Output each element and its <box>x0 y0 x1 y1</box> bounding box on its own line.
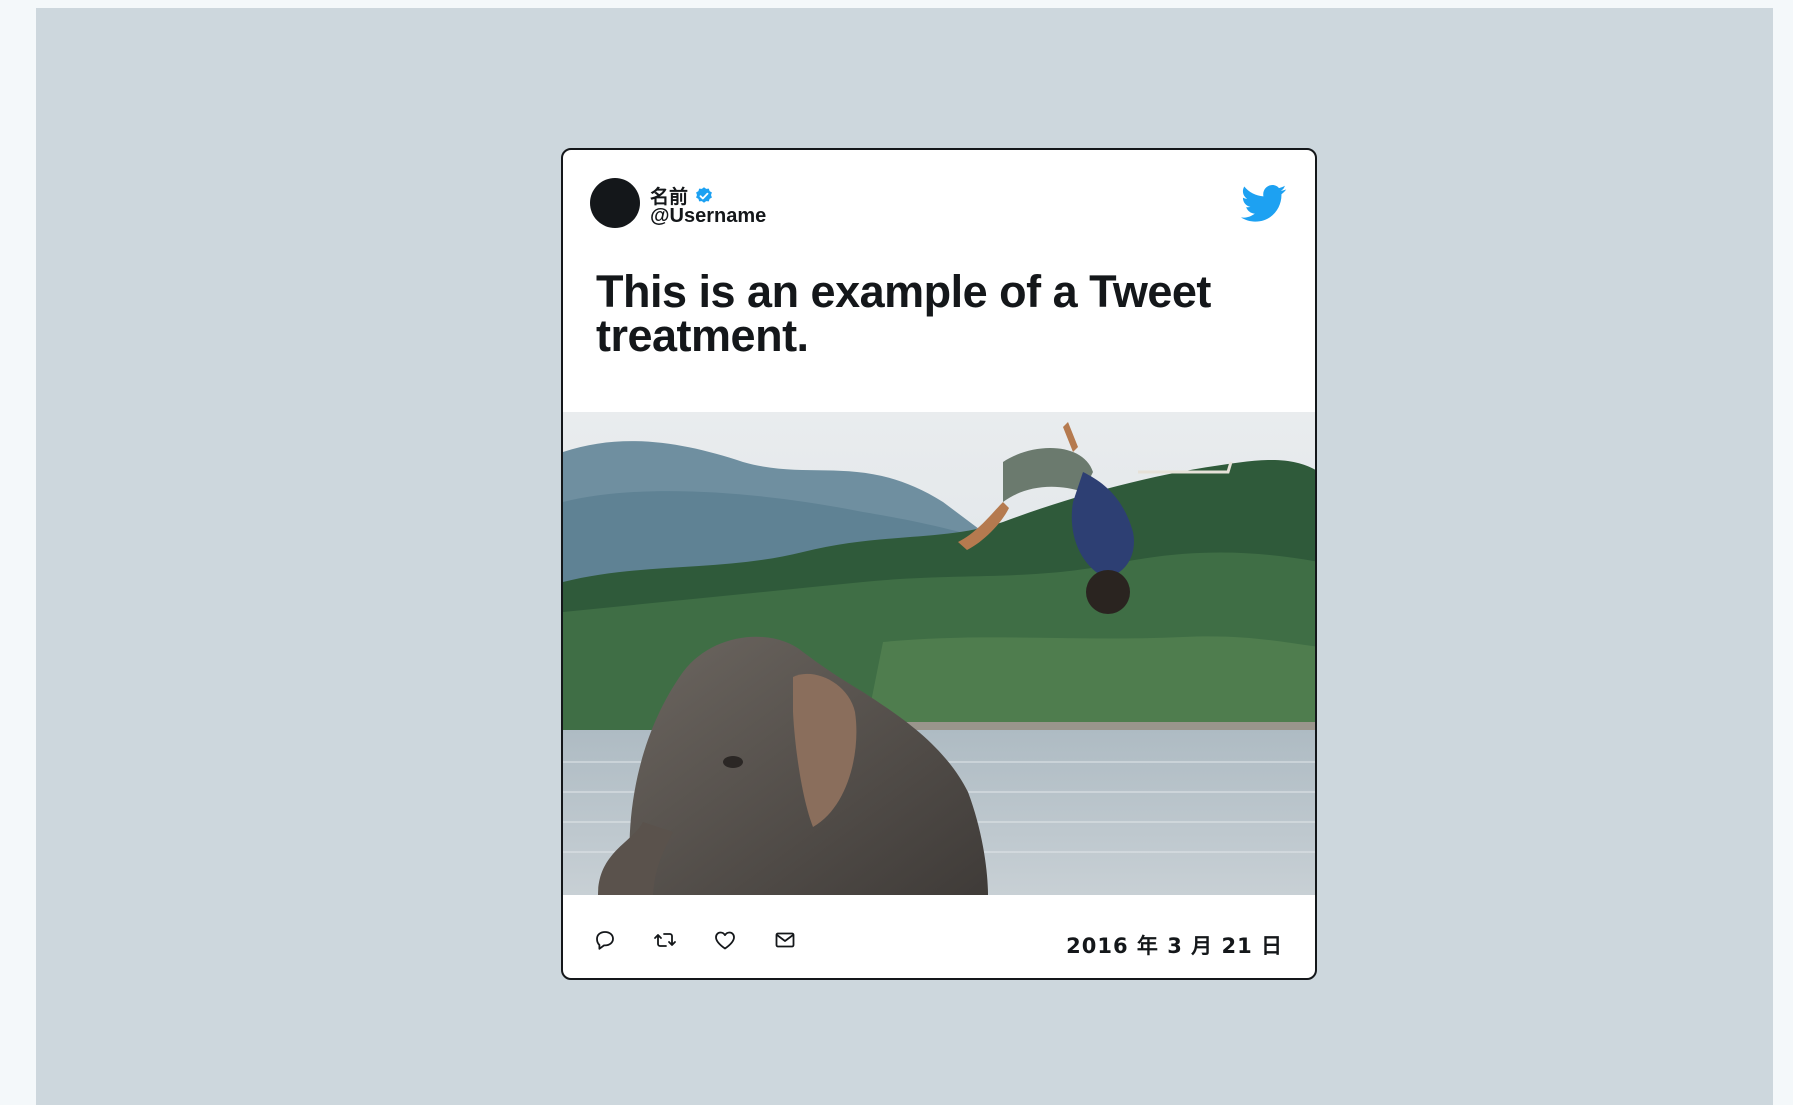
verified-badge-icon <box>694 186 714 206</box>
retweet-icon[interactable] <box>653 928 677 952</box>
like-icon[interactable] <box>713 928 737 952</box>
tweet-date[interactable]: 2016 年 3 月 21 日 <box>1066 930 1283 960</box>
avatar[interactable] <box>590 178 640 228</box>
share-dm-icon[interactable] <box>773 928 797 952</box>
tweet-header: 名前 @Username <box>563 150 1315 250</box>
stage-background: 名前 @Username This is an example of a Twe… <box>36 8 1773 1105</box>
tweet-card: 名前 @Username This is an example of a Twe… <box>561 148 1317 980</box>
tweet-actions <box>593 928 797 952</box>
username[interactable]: @Username <box>650 205 766 228</box>
twitter-bird-icon[interactable] <box>1241 184 1287 224</box>
tweet-text: This is an example of a Tweet treatment. <box>596 266 1211 361</box>
tweet-photo[interactable] <box>563 412 1315 895</box>
reply-icon[interactable] <box>593 928 617 952</box>
